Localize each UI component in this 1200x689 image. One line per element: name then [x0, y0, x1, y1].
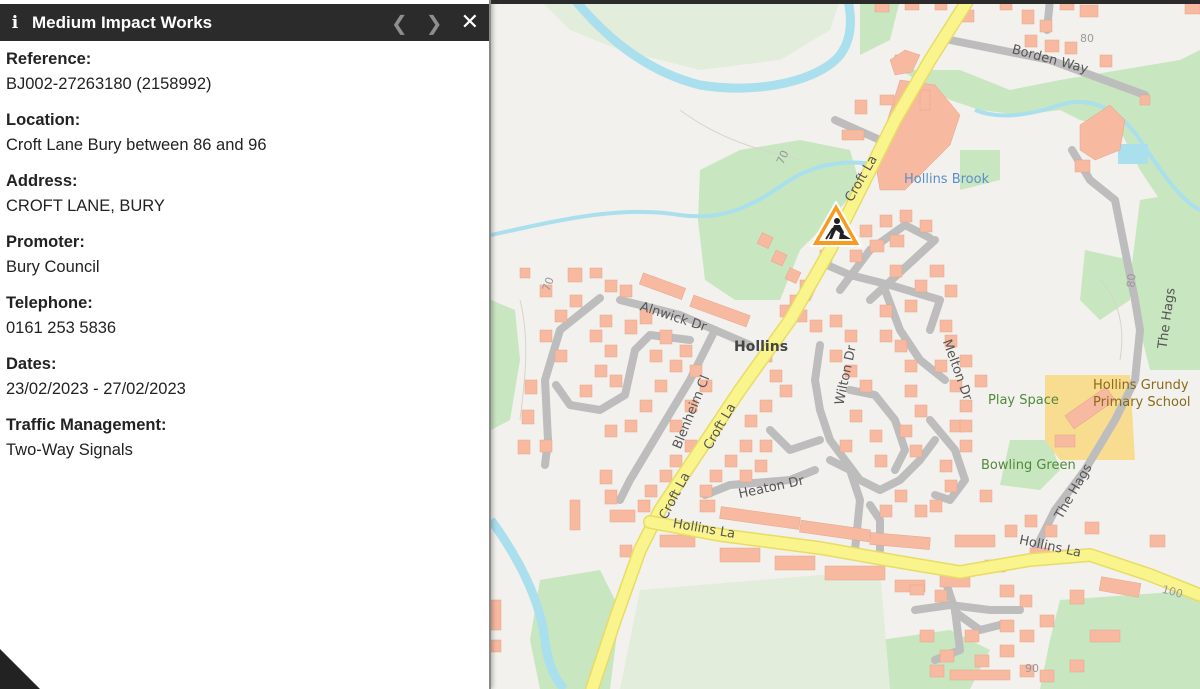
reference-label: Reference: [6, 50, 92, 68]
label-contour-80b: 80 [1124, 273, 1138, 288]
promoter-label: Promoter: [6, 233, 85, 251]
close-icon[interactable]: ✕ [461, 10, 479, 35]
promoter-value: Bury Council [6, 258, 100, 276]
info-panel: i Medium Impact Works ❮ ❯ ✕ Reference: B… [0, 0, 491, 689]
info-icon: i [11, 12, 19, 33]
telephone-label: Telephone: [6, 294, 93, 312]
panel-titlebar: i Medium Impact Works ❮ ❯ ✕ [0, 4, 489, 41]
telephone-value: 0161 253 5836 [6, 319, 117, 337]
chevron-right-icon[interactable]: ❯ [426, 11, 443, 35]
label-hollins: Hollins [734, 339, 788, 355]
label-contour-80a: 80 [1080, 32, 1094, 45]
address-value: CROFT LANE, BURY [6, 197, 165, 215]
dates-label: Dates: [6, 355, 57, 373]
address-label: Address: [6, 172, 78, 190]
reference-value: BJ002-27263180 (2158992) [6, 75, 212, 93]
traffic-management-value: Two-Way Signals [6, 441, 133, 459]
label-contour-90: 90 [1025, 662, 1039, 675]
field-list: Reference: BJ002-27263180 (2158992) Loca… [0, 41, 489, 460]
resize-handle[interactable] [0, 649, 40, 689]
location-label: Location: [6, 111, 81, 129]
label-play-space: Play Space [988, 393, 1059, 408]
traffic-management-label: Traffic Management: [6, 416, 167, 434]
top-bar [491, 0, 1200, 4]
map-canvas[interactable]: Borden Way Hollins Brook Croft La Croft … [491, 0, 1200, 689]
label-bowling-green: Bowling Green [981, 458, 1076, 473]
location-value: Croft Lane Bury between 86 and 96 [6, 136, 267, 154]
label-school-line-1: Hollins Grundy [1093, 378, 1189, 393]
label-school-line-2: Primary School [1093, 395, 1191, 410]
label-hollins-brook: Hollins Brook [904, 172, 990, 187]
dates-value: 23/02/2023 - 27/02/2023 [6, 380, 186, 398]
panel-title: Medium Impact Works [32, 12, 213, 32]
chevron-left-icon[interactable]: ❮ [391, 11, 408, 35]
map-view[interactable]: Borden Way Hollins Brook Croft La Croft … [491, 0, 1200, 689]
